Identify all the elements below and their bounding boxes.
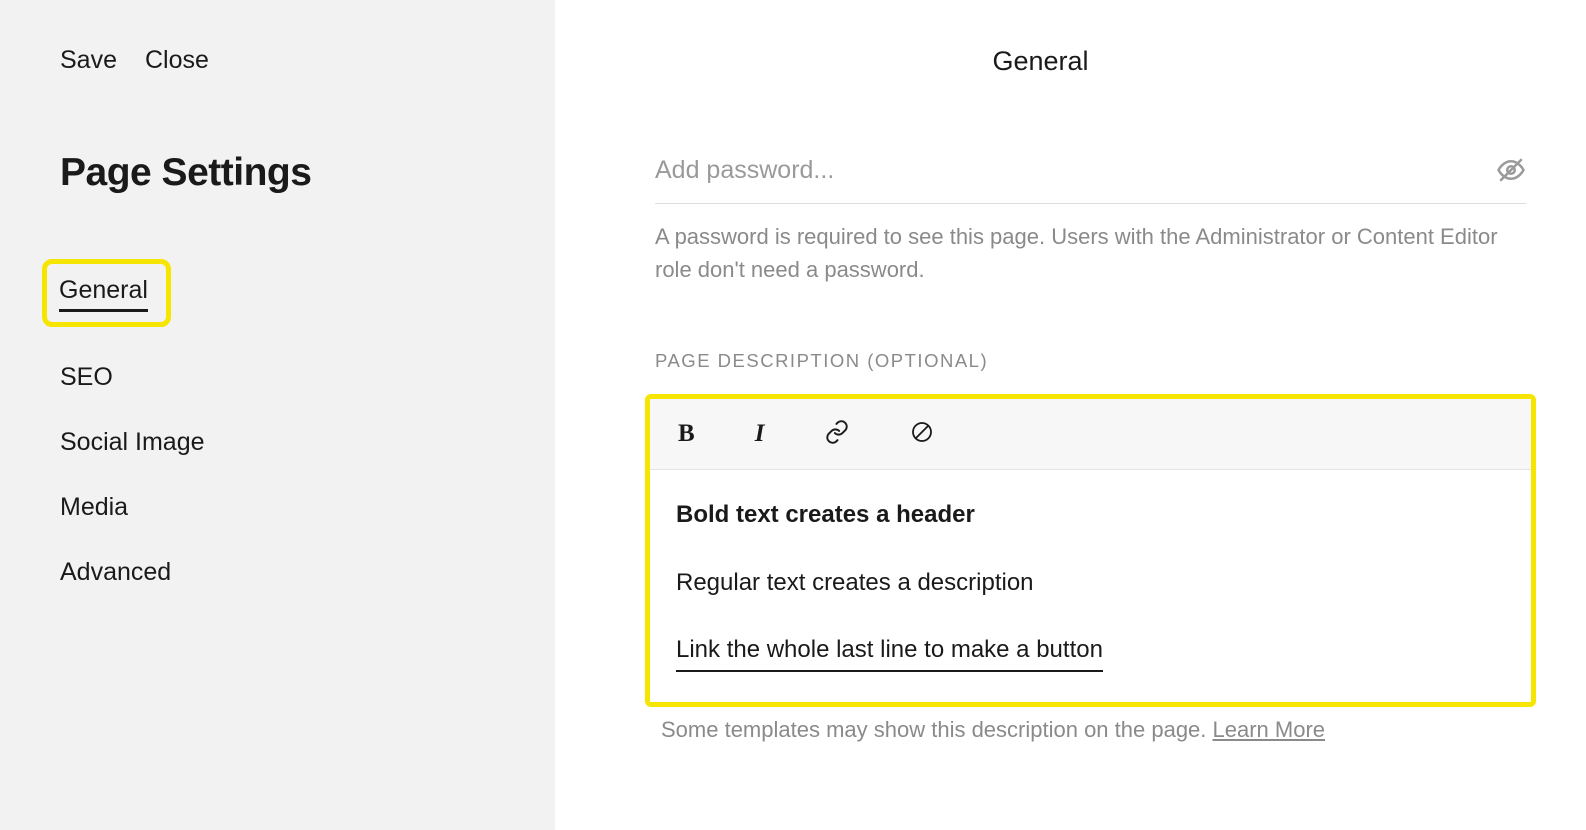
highlight-annotation-nav: General xyxy=(42,259,171,327)
description-editor[interactable]: Bold text creates a header Regular text … xyxy=(650,470,1531,702)
password-field-row xyxy=(655,155,1526,204)
sidebar: Save Close Page Settings General SEO Soc… xyxy=(0,0,555,830)
nav-item-advanced[interactable]: Advanced xyxy=(60,558,171,587)
password-input[interactable] xyxy=(655,156,1496,185)
link-button[interactable] xyxy=(824,419,850,449)
sidebar-title: Page Settings xyxy=(60,151,495,195)
editor-line-bold: Bold text creates a header xyxy=(676,498,1505,532)
bold-button[interactable]: B xyxy=(678,420,695,448)
nav-item-social-image[interactable]: Social Image xyxy=(60,428,205,457)
sidebar-actions: Save Close xyxy=(60,46,495,75)
learn-more-link[interactable]: Learn More xyxy=(1213,717,1326,742)
editor-toolbar: B I xyxy=(650,399,1531,470)
visibility-off-icon[interactable] xyxy=(1496,155,1526,185)
description-help-prefix: Some templates may show this description… xyxy=(661,717,1213,742)
italic-button[interactable]: I xyxy=(755,420,765,448)
clear-icon xyxy=(910,420,934,448)
editor-line-regular: Regular text creates a description xyxy=(676,566,1505,600)
description-help-text: Some templates may show this description… xyxy=(655,717,1526,743)
editor-line-link: Link the whole last line to make a butto… xyxy=(676,633,1103,672)
main-panel: General A password is required to see th… xyxy=(555,0,1586,830)
highlight-annotation-editor: B I Bold text crea xyxy=(645,394,1536,707)
nav-item-general[interactable]: General xyxy=(59,276,148,312)
description-section-label: PAGE DESCRIPTION (OPTIONAL) xyxy=(655,350,1526,372)
clear-formatting-button[interactable] xyxy=(910,420,934,448)
close-button[interactable]: Close xyxy=(145,46,209,75)
nav-item-media[interactable]: Media xyxy=(60,493,128,522)
nav-item-seo[interactable]: SEO xyxy=(60,363,113,392)
panel-title: General xyxy=(555,46,1526,77)
save-button[interactable]: Save xyxy=(60,46,117,75)
password-help-text: A password is required to see this page.… xyxy=(655,220,1526,286)
link-icon xyxy=(824,419,850,449)
nav-list: General SEO Social Image Media Advanced xyxy=(60,273,495,587)
